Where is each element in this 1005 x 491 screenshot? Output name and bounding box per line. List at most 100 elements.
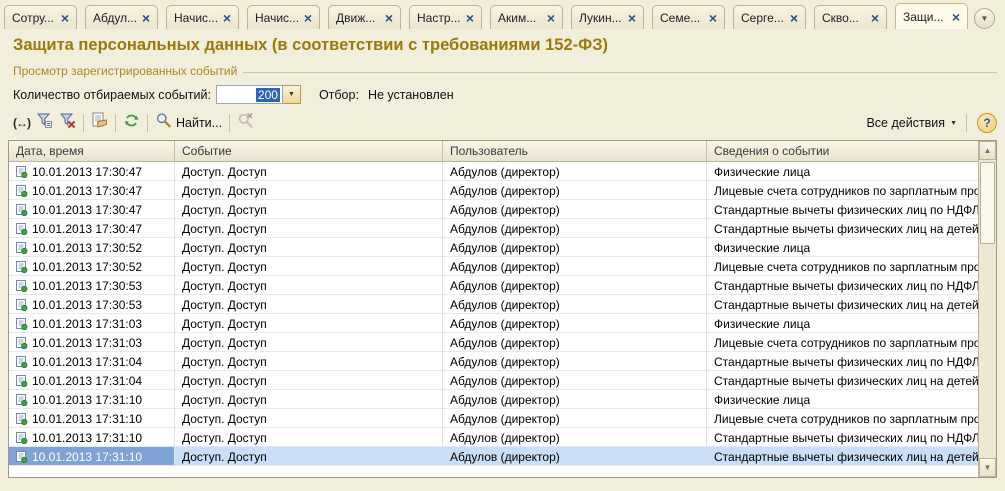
cell-user[interactable]: Абдулов (директор) xyxy=(443,371,707,390)
table-row[interactable]: 10.01.2013 17:30:47Доступ. ДоступАбдулов… xyxy=(9,219,979,238)
cell-date[interactable]: 10.01.2013 17:30:53 xyxy=(9,295,175,314)
tab-item[interactable]: Начис...× xyxy=(166,5,239,29)
cell-info[interactable]: Стандартные вычеты физических лиц на дет… xyxy=(707,295,979,314)
cell-info[interactable]: Физические лица xyxy=(707,314,979,333)
cell-info[interactable]: Стандартные вычеты физических лиц на дет… xyxy=(707,371,979,390)
cell-event[interactable]: Доступ. Доступ xyxy=(175,409,443,428)
all-actions-button[interactable]: Все действия ▼ xyxy=(861,114,962,132)
cell-event[interactable]: Доступ. Доступ xyxy=(175,371,443,390)
tab-close-icon[interactable]: × xyxy=(871,12,879,24)
tab-close-icon[interactable]: × xyxy=(223,12,231,24)
tab-item[interactable]: Начис...× xyxy=(247,5,320,29)
cell-event[interactable]: Доступ. Доступ xyxy=(175,257,443,276)
table-row[interactable]: 10.01.2013 17:30:47Доступ. ДоступАбдулов… xyxy=(9,162,979,181)
cell-event[interactable]: Доступ. Доступ xyxy=(175,200,443,219)
cell-date[interactable]: 10.01.2013 17:30:47 xyxy=(9,162,175,181)
cell-event[interactable]: Доступ. Доступ xyxy=(175,314,443,333)
table-row[interactable]: 10.01.2013 17:31:03Доступ. ДоступАбдулов… xyxy=(9,333,979,352)
tab-item[interactable]: Скво...× xyxy=(814,5,887,29)
column-header-event[interactable]: Событие xyxy=(175,141,443,161)
cell-event[interactable]: Доступ. Доступ xyxy=(175,238,443,257)
cell-date[interactable]: 10.01.2013 17:30:53 xyxy=(9,276,175,295)
cell-info[interactable]: Стандартные вычеты физических лиц по НДФ… xyxy=(707,200,979,219)
cell-date[interactable]: 10.01.2013 17:30:47 xyxy=(9,200,175,219)
count-input[interactable]: 200 xyxy=(216,85,283,104)
cell-user[interactable]: Абдулов (директор) xyxy=(443,314,707,333)
table-row[interactable]: 10.01.2013 17:31:04Доступ. ДоступАбдулов… xyxy=(9,352,979,371)
cell-date[interactable]: 10.01.2013 17:30:52 xyxy=(9,257,175,276)
cell-event[interactable]: Доступ. Доступ xyxy=(175,428,443,447)
tab-item[interactable]: Абдул...× xyxy=(85,5,158,29)
tab-overflow-button[interactable]: ▼ xyxy=(974,8,995,29)
tab-close-icon[interactable]: × xyxy=(304,12,312,24)
cell-user[interactable]: Абдулов (директор) xyxy=(443,276,707,295)
cell-user[interactable]: Абдулов (директор) xyxy=(443,162,707,181)
tab-item[interactable]: Настр...× xyxy=(409,5,482,29)
column-header-date[interactable]: Дата, время xyxy=(9,141,175,161)
cell-date[interactable]: 10.01.2013 17:31:03 xyxy=(9,333,175,352)
cell-date[interactable]: 10.01.2013 17:30:52 xyxy=(9,238,175,257)
cell-user[interactable]: Абдулов (директор) xyxy=(443,447,707,466)
column-header-info[interactable]: Сведения о событии xyxy=(707,141,979,161)
cell-date[interactable]: 10.01.2013 17:31:10 xyxy=(9,428,175,447)
table-row[interactable]: 10.01.2013 17:31:10Доступ. ДоступАбдулов… xyxy=(9,428,979,447)
table-row[interactable]: 10.01.2013 17:31:10Доступ. ДоступАбдулов… xyxy=(9,447,979,466)
cell-date[interactable]: 10.01.2013 17:31:10 xyxy=(9,447,175,466)
scrollbar-thumb[interactable] xyxy=(980,162,995,244)
cell-user[interactable]: Абдулов (директор) xyxy=(443,390,707,409)
table-row[interactable]: 10.01.2013 17:31:10Доступ. ДоступАбдулов… xyxy=(9,409,979,428)
cell-date[interactable]: 10.01.2013 17:31:10 xyxy=(9,409,175,428)
cell-event[interactable]: Доступ. Доступ xyxy=(175,219,443,238)
column-header-user[interactable]: Пользователь xyxy=(443,141,707,161)
cell-date[interactable]: 10.01.2013 17:30:47 xyxy=(9,219,175,238)
cell-event[interactable]: Доступ. Доступ xyxy=(175,276,443,295)
scroll-down-button[interactable]: ▼ xyxy=(979,458,996,477)
help-button[interactable]: ? xyxy=(977,113,997,133)
cell-user[interactable]: Абдулов (директор) xyxy=(443,200,707,219)
tab-close-icon[interactable]: × xyxy=(142,12,150,24)
table-row[interactable]: 10.01.2013 17:30:53Доступ. ДоступАбдулов… xyxy=(9,295,979,314)
cell-user[interactable]: Абдулов (директор) xyxy=(443,181,707,200)
cell-user[interactable]: Абдулов (директор) xyxy=(443,295,707,314)
tab-item[interactable]: Семе...× xyxy=(652,5,725,29)
tab-item[interactable]: Движ...× xyxy=(328,5,401,29)
cell-event[interactable]: Доступ. Доступ xyxy=(175,390,443,409)
tab-active[interactable]: Защи...× xyxy=(895,3,968,29)
tab-item[interactable]: Лукин...× xyxy=(571,5,644,29)
set-filter-button[interactable] xyxy=(33,112,56,134)
cell-user[interactable]: Абдулов (директор) xyxy=(443,238,707,257)
cell-event[interactable]: Доступ. Доступ xyxy=(175,447,443,466)
tab-close-icon[interactable]: × xyxy=(790,12,798,24)
cell-info[interactable]: Стандартные вычеты физических лиц на дет… xyxy=(707,219,979,238)
cell-date[interactable]: 10.01.2013 17:31:04 xyxy=(9,371,175,390)
table-row[interactable]: 10.01.2013 17:31:03Доступ. ДоступАбдулов… xyxy=(9,314,979,333)
cell-user[interactable]: Абдулов (директор) xyxy=(443,219,707,238)
cell-info[interactable]: Лицевые счета сотрудников по зарплатным … xyxy=(707,257,979,276)
vertical-scrollbar[interactable]: ▲ ▼ xyxy=(978,141,996,477)
tab-item[interactable]: Аким...× xyxy=(490,5,563,29)
tab-item[interactable]: Сотру...× xyxy=(4,5,77,29)
cell-user[interactable]: Абдулов (директор) xyxy=(443,409,707,428)
cell-user[interactable]: Абдулов (директор) xyxy=(443,333,707,352)
autofit-columns-button[interactable]: (↔) xyxy=(10,112,33,134)
table-row[interactable]: 10.01.2013 17:30:53Доступ. ДоступАбдулов… xyxy=(9,276,979,295)
tab-close-icon[interactable]: × xyxy=(466,12,474,24)
cell-user[interactable]: Абдулов (директор) xyxy=(443,257,707,276)
cell-event[interactable]: Доступ. Доступ xyxy=(175,295,443,314)
table-row[interactable]: 10.01.2013 17:30:52Доступ. ДоступАбдулов… xyxy=(9,257,979,276)
open-event-button[interactable] xyxy=(88,112,111,134)
cell-event[interactable]: Доступ. Доступ xyxy=(175,181,443,200)
count-dropdown-button[interactable]: ▼ xyxy=(283,85,301,104)
cell-date[interactable]: 10.01.2013 17:31:04 xyxy=(9,352,175,371)
tab-close-icon[interactable]: × xyxy=(547,12,555,24)
cell-user[interactable]: Абдулов (директор) xyxy=(443,352,707,371)
find-button[interactable]: Найти... xyxy=(152,112,225,134)
tab-close-icon[interactable]: × xyxy=(709,12,717,24)
cell-info[interactable]: Лицевые счета сотрудников по зарплатным … xyxy=(707,181,979,200)
cell-event[interactable]: Доступ. Доступ xyxy=(175,333,443,352)
cell-info[interactable]: Стандартные вычеты физических лиц по НДФ… xyxy=(707,276,979,295)
cell-info[interactable]: Физические лица xyxy=(707,390,979,409)
cell-date[interactable]: 10.01.2013 17:31:03 xyxy=(9,314,175,333)
cell-event[interactable]: Доступ. Доступ xyxy=(175,352,443,371)
tab-item[interactable]: Серге...× xyxy=(733,5,806,29)
